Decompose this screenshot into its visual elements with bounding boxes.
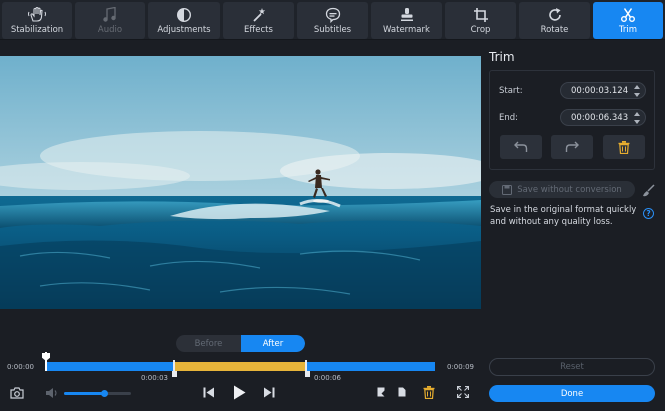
tab-label: Stabilization: [10, 25, 64, 35]
spinner-arrows-icon[interactable]: [634, 112, 640, 124]
play-button[interactable]: [229, 383, 249, 401]
snapshot-button[interactable]: [9, 386, 25, 400]
tab-crop[interactable]: Crop: [445, 2, 516, 39]
music-note-icon: [103, 6, 117, 24]
marker-end-icon: [398, 387, 406, 397]
tab-label: Subtitles: [313, 25, 352, 35]
save-without-conversion-button[interactable]: Save without conversion: [489, 181, 635, 198]
delete-button[interactable]: [422, 385, 436, 399]
start-time-field[interactable]: 00:00:03.124: [560, 82, 646, 99]
rotate-icon: [547, 6, 563, 24]
tab-label: Adjustments: [157, 25, 211, 35]
redo-button[interactable]: [551, 135, 593, 159]
step-forward-icon: [264, 387, 275, 397]
save-description: Save in the original format quickly and …: [490, 205, 637, 227]
playhead-handle[interactable]: [42, 353, 50, 361]
tab-label: Effects: [244, 25, 273, 35]
fullscreen-button[interactable]: [456, 385, 470, 399]
tab-label: Watermark: [383, 25, 430, 35]
trash-icon: [618, 140, 630, 154]
after-option[interactable]: After: [241, 335, 305, 352]
fullscreen-icon: [457, 386, 469, 398]
start-label: Start:: [499, 86, 523, 96]
help-icon[interactable]: ?: [643, 208, 654, 219]
delete-segment-button[interactable]: [603, 135, 645, 159]
before-option[interactable]: Before: [176, 335, 241, 352]
tab-stabilization[interactable]: Stabilization: [2, 2, 72, 39]
end-time-field[interactable]: 00:00:06.343: [560, 109, 646, 126]
redo-icon: [565, 141, 579, 152]
spinner-arrows-icon[interactable]: [634, 85, 640, 97]
reset-button[interactable]: Reset: [489, 358, 655, 376]
before-after-toggle: Before After: [176, 335, 305, 352]
tab-label: Trim: [618, 25, 638, 35]
trim-start-marker-handle[interactable]: [172, 371, 177, 377]
done-button[interactable]: Done: [489, 385, 655, 402]
speaker-icon: [46, 388, 57, 398]
camera-icon: [10, 387, 24, 399]
trim-end-time-label: 0:00:06: [314, 374, 341, 382]
tab-effects[interactable]: Effects: [223, 2, 294, 39]
magic-wand-icon: [251, 6, 267, 24]
play-icon: [233, 385, 245, 399]
speech-bubble-icon: [325, 6, 341, 24]
tab-label: Audio: [97, 25, 123, 35]
timeline-end-time: 0:00:09: [447, 363, 474, 371]
tab-audio[interactable]: Audio: [75, 2, 145, 39]
timeline-segment-before[interactable]: [46, 362, 174, 371]
step-back-icon: [203, 387, 214, 397]
tab-rotate[interactable]: Rotate: [519, 2, 590, 39]
set-end-marker-button[interactable]: [397, 386, 407, 398]
contrast-icon: [176, 6, 192, 24]
set-start-marker-button[interactable]: [376, 386, 386, 398]
timeline-segment-after[interactable]: [306, 362, 435, 371]
tab-adjustments[interactable]: Adjustments: [148, 2, 220, 39]
end-time-value: 00:00:06.343: [571, 112, 629, 123]
undo-button[interactable]: [500, 135, 542, 159]
trim-start-time-label: 0:00:03: [141, 374, 168, 382]
trim-end-marker-handle[interactable]: [305, 371, 310, 377]
tab-label: Crop: [470, 25, 491, 35]
scissors-icon: [620, 6, 636, 24]
hand-icon: [28, 6, 46, 24]
stamp-icon: [399, 6, 415, 24]
timeline-start-time: 0:00:00: [7, 363, 34, 371]
volume-level: [64, 392, 103, 395]
previous-frame-button[interactable]: [201, 385, 217, 399]
undo-icon: [514, 141, 528, 152]
volume-slider[interactable]: [64, 392, 131, 395]
volume-slider-thumb[interactable]: [101, 390, 108, 397]
end-label: End:: [499, 113, 519, 123]
video-preview[interactable]: [0, 56, 481, 309]
timeline-segment-selected[interactable]: [174, 362, 306, 371]
crop-icon: [473, 6, 489, 24]
tab-label: Rotate: [540, 25, 569, 35]
marker-start-icon: [377, 387, 385, 397]
tab-subtitles[interactable]: Subtitles: [297, 2, 368, 39]
tab-trim[interactable]: Trim: [593, 2, 663, 39]
start-time-value: 00:00:03.124: [571, 85, 629, 96]
volume-button[interactable]: [44, 386, 60, 400]
tool-tabs: Stabilization Audio Adjustments Effects …: [0, 0, 665, 40]
save-without-conversion-label: Save without conversion: [517, 184, 622, 195]
next-frame-button[interactable]: [261, 385, 277, 399]
panel-title: Trim: [489, 50, 515, 64]
disk-icon: [502, 184, 513, 195]
brush-icon[interactable]: [642, 182, 655, 201]
trash-icon: [423, 385, 435, 399]
tab-watermark[interactable]: Watermark: [371, 2, 442, 39]
